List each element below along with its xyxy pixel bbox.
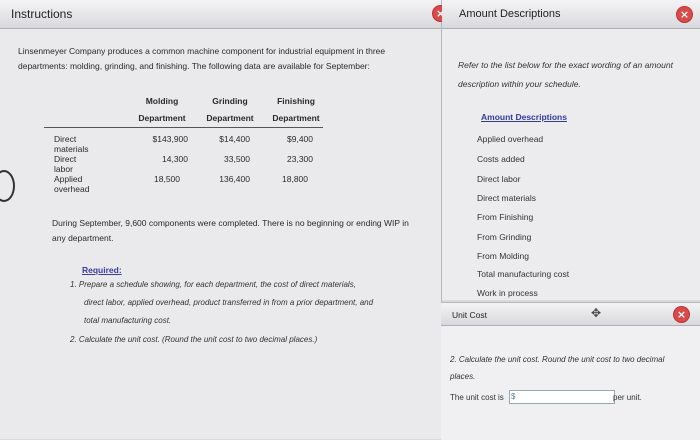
collapse-handle-icon[interactable]: [0, 170, 15, 202]
completion-note: During September, 9,600 components were …: [52, 218, 409, 243]
table-cell: $143,900: [152, 134, 188, 144]
amount-descriptions-title: Amount Descriptions: [459, 8, 561, 20]
unit-cost-label: The unit cost is: [450, 393, 504, 402]
close-icon[interactable]: ×: [674, 307, 689, 322]
amount-descriptions-title-bar[interactable]: Amount Descriptions ×: [442, 0, 700, 29]
row-label: Applied overhead: [54, 174, 90, 194]
table-cell: 14,300: [162, 154, 188, 164]
requirement-1-line-2: direct labor, applied overhead, product …: [84, 298, 374, 307]
amount-descriptions-list-heading: Amount Descriptions: [481, 112, 567, 122]
list-item: Costs added: [477, 154, 525, 164]
table-cell: 18,800: [282, 174, 308, 184]
list-item: Work in process: [477, 288, 538, 298]
table-cell: 18,500: [154, 174, 180, 184]
header-finishing-1: Finishing: [277, 96, 315, 106]
intro-text: Linsenmeyer Company produces a common ma…: [18, 46, 386, 71]
header-grinding-1: Grinding: [212, 96, 248, 106]
move-icon[interactable]: ✥: [591, 306, 601, 320]
header-molding-1: Molding: [145, 96, 179, 106]
list-item: Direct materials: [477, 193, 537, 203]
requirement-1-line-1: 1. Prepare a schedule showing, for each …: [70, 280, 356, 289]
list-item: From Finishing: [477, 212, 534, 222]
table-cell: 136,400: [219, 174, 250, 184]
amount-descriptions-panel: Amount Descriptions × Refer to the list …: [442, 0, 700, 300]
instructions-title: Instructions: [11, 7, 73, 21]
amount-descriptions-note: Refer to the list below for the exact wo…: [458, 60, 673, 89]
unit-cost-input[interactable]: [509, 390, 615, 404]
row-label: Direct materials: [54, 134, 89, 154]
list-item: Total manufacturing cost: [477, 269, 570, 279]
header-molding-2: Department: [138, 113, 186, 123]
instructions-panel: Instructions × Linsenmeyer Company produ…: [0, 0, 448, 439]
list-item: Direct labor: [477, 174, 521, 184]
table-cell: 33,500: [224, 154, 250, 164]
list-item: From Molding: [477, 251, 529, 261]
table-header-rule: [44, 127, 323, 128]
required-heading: Required:: [82, 265, 122, 275]
header-finishing-2: Department: [272, 113, 320, 123]
list-item: From Grinding: [477, 232, 532, 242]
currency-symbol: $: [511, 392, 516, 401]
list-item: Applied overhead: [477, 134, 544, 144]
unit-cost-suffix: per unit.: [613, 393, 642, 402]
unit-cost-title: Unit Cost: [452, 310, 487, 320]
header-grinding-2: Department: [206, 113, 254, 123]
row-label: Direct labor: [54, 154, 77, 174]
close-icon[interactable]: ×: [677, 7, 692, 22]
unit-cost-panel: Unit Cost ✥ × 2. Calculate the unit cost…: [441, 302, 700, 440]
instructions-title-bar[interactable]: Instructions ×: [0, 0, 448, 29]
requirement-1-line-3: total manufacturing cost.: [84, 316, 172, 325]
unit-cost-title-bar[interactable]: Unit Cost ✥ ×: [441, 303, 700, 326]
table-cell: 23,300: [287, 154, 313, 164]
table-cell: $9,400: [287, 134, 313, 144]
requirement-2: 2. Calculate the unit cost. (Round the u…: [70, 335, 318, 344]
unit-cost-question: 2. Calculate the unit cost. Round the un…: [450, 355, 665, 381]
table-cell: $14,400: [219, 134, 250, 144]
